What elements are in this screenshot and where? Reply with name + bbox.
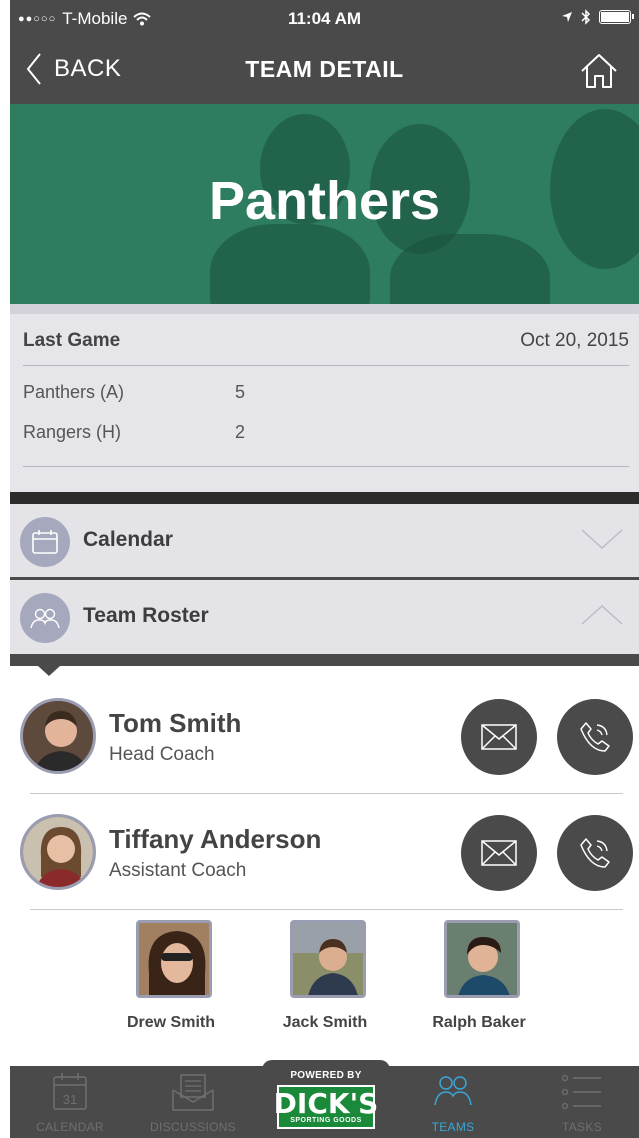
player-card[interactable]: Jack Smith: [260, 920, 390, 1038]
player-name: Ralph Baker: [432, 1014, 526, 1031]
avatar: [20, 698, 96, 774]
coach-role: Head Coach: [109, 744, 215, 765]
coach-name: Tiffany Anderson: [109, 824, 322, 854]
sponsor-powered-by: POWERED BY: [290, 1070, 362, 1081]
people-icon: [30, 608, 60, 629]
bluetooth-icon: [581, 9, 591, 25]
location-arrow-icon: [562, 12, 572, 22]
result-score: 5: [235, 382, 246, 402]
tab-discussions[interactable]: DISCUSSIONS: [133, 1066, 253, 1138]
home-button[interactable]: [579, 52, 619, 95]
sponsor-badge[interactable]: POWERED BY DICK'S SPORTING GOODS: [262, 1060, 390, 1138]
player-photo: [290, 920, 366, 998]
calendar-icon: [32, 530, 58, 554]
tab-bar: 31 CALENDAR DISCUSSIONS POWERED BY DICK'…: [10, 1060, 639, 1138]
email-coach-button[interactable]: [461, 699, 537, 775]
last-game-panel: Last Game Oct 20, 2015 Panthers (A) 5 Ra…: [10, 304, 639, 492]
team-name: Panthers: [208, 171, 441, 231]
result-score: 2: [235, 422, 246, 442]
discussions-icon: [172, 1074, 214, 1111]
tab-tasks-label: TASKS: [562, 1120, 602, 1134]
calendar-day-number: 31: [63, 1092, 77, 1107]
coach-row: Tiffany Anderson Assistant Coach: [10, 784, 639, 900]
status-time: 11:04 AM: [287, 9, 362, 28]
result-row: Rangers (H) 2: [23, 422, 245, 443]
player-name: Drew Smith: [126, 1014, 215, 1031]
tab-tasks[interactable]: TASKS: [522, 1066, 639, 1138]
last-game-header: Last Game Oct 20, 2015: [23, 330, 629, 360]
sponsor-subtitle: SPORTING GOODS: [290, 1116, 362, 1124]
player-card[interactable]: Ralph Baker: [414, 920, 544, 1038]
coach-row: Tom Smith Head Coach: [10, 668, 639, 784]
last-game-heading: Last Game: [23, 330, 121, 351]
envelope-icon: [481, 724, 517, 750]
section-divider: [10, 492, 639, 504]
tab-calendar-label: CALENDAR: [36, 1120, 104, 1134]
home-icon: [581, 54, 617, 88]
calendar-section-icon-circle: [20, 517, 70, 567]
call-coach-button[interactable]: [557, 815, 633, 891]
divider: [30, 909, 623, 910]
last-game-date: Oct 20, 2015: [520, 330, 629, 351]
roster-section-label: Team Roster: [83, 604, 209, 627]
battery-icon: [599, 10, 634, 24]
player-name: Jack Smith: [282, 1014, 368, 1031]
back-label: BACK: [54, 55, 122, 82]
envelope-icon: [481, 840, 517, 866]
back-button[interactable]: BACK: [26, 52, 121, 86]
result-row: Panthers (A) 5: [23, 382, 245, 403]
player-photo: [136, 920, 212, 998]
chevron-down-icon: [581, 529, 623, 550]
calendar-section-toggle[interactable]: Calendar: [10, 504, 639, 578]
tab-teams[interactable]: TEAMS: [393, 1066, 513, 1138]
section-divider: [10, 654, 639, 666]
phone-icon: [580, 722, 610, 752]
team-hero-banner: Panthers: [10, 104, 639, 304]
player-photo: [444, 920, 520, 998]
sponsor-logo: DICK'S SPORTING GOODS: [274, 1085, 378, 1129]
sponsor-brand: DICK'S: [273, 1086, 379, 1120]
status-right: [561, 9, 634, 25]
divider: [23, 365, 629, 366]
coach-role: Assistant Coach: [109, 860, 247, 881]
tab-discussions-label: DISCUSSIONS: [150, 1120, 236, 1134]
tasks-list-icon: [561, 1074, 601, 1110]
email-coach-button[interactable]: [461, 815, 537, 891]
call-coach-button[interactable]: [557, 699, 633, 775]
nav-bar: BACK TEAM DETAIL: [10, 38, 639, 104]
result-team: Panthers (A): [23, 382, 125, 402]
tab-teams-label: TEAMS: [431, 1120, 475, 1134]
chevron-left-icon: [26, 53, 41, 85]
hero-photo-shape: [390, 234, 550, 304]
phone-icon: [580, 838, 610, 868]
coach-name: Tom Smith: [109, 708, 242, 738]
avatar: [20, 814, 96, 890]
calendar-icon: 31: [53, 1073, 87, 1110]
status-bar: ●●○○○ T-Mobile 11:04 AM: [10, 0, 639, 38]
chevron-up-icon: [581, 604, 623, 625]
team-roster-section-toggle[interactable]: Team Roster: [10, 580, 639, 654]
tab-calendar[interactable]: 31 CALENDAR: [10, 1066, 130, 1138]
people-icon: [434, 1076, 472, 1106]
result-team: Rangers (H): [23, 422, 122, 442]
roster-section-icon-circle: [20, 593, 70, 643]
divider: [23, 466, 629, 467]
player-card[interactable]: Drew Smith: [106, 920, 236, 1038]
hero-photo-shape: [210, 224, 370, 304]
calendar-section-label: Calendar: [83, 528, 173, 551]
